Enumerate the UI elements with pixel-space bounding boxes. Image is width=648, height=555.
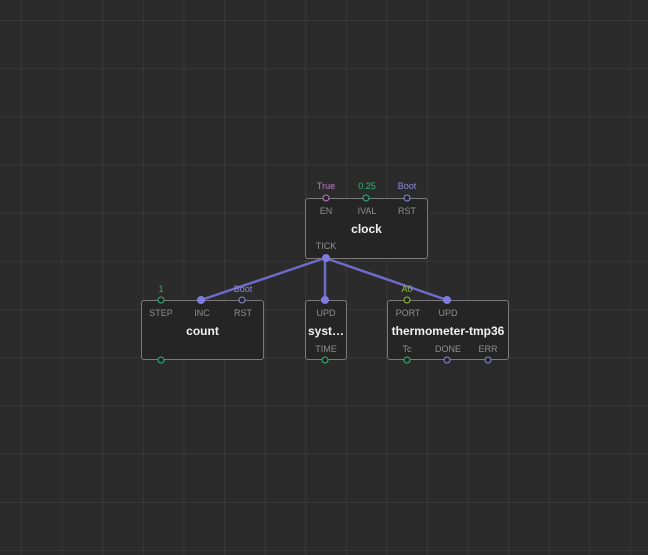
input-pin-rst[interactable] <box>403 194 411 202</box>
pin-label-upd: UPD <box>438 308 458 318</box>
pin-value-rst: Boot <box>397 181 417 191</box>
pin-value-step: 1 <box>158 284 164 294</box>
input-pin-ival[interactable] <box>362 194 370 202</box>
input-pin-inc[interactable] <box>197 296 205 304</box>
node-title: clock <box>351 222 382 236</box>
input-pin-port[interactable] <box>403 296 411 304</box>
output-pin-time[interactable] <box>321 356 329 364</box>
link-tick-to-thermometer-upd[interactable] <box>324 256 448 302</box>
input-pin-step[interactable] <box>157 296 165 304</box>
pin-label-time: TIME <box>315 344 337 354</box>
output-pin-out[interactable] <box>157 356 165 364</box>
pin-value-ival: 0.25 <box>358 181 376 191</box>
link-tick-to-count-inc[interactable] <box>200 256 326 302</box>
output-pin-tick[interactable] <box>322 254 330 262</box>
pin-label-port: PORT <box>395 308 421 318</box>
node-title: count <box>186 324 219 338</box>
link-layer <box>200 256 448 302</box>
pin-label-tick: TICK <box>315 241 337 251</box>
pin-value-rst: Boot <box>233 284 253 294</box>
output-pin-done[interactable] <box>443 356 451 364</box>
pin-label-rst: RST <box>398 206 416 216</box>
pin-label-done: DONE <box>434 344 462 354</box>
output-pin-tc[interactable] <box>403 356 411 364</box>
pin-label-step: STEP <box>149 308 173 318</box>
input-pin-upd[interactable] <box>321 296 329 304</box>
pin-label-en: EN <box>319 206 333 216</box>
pin-label-rst: RST <box>234 308 252 318</box>
input-pin-upd[interactable] <box>443 296 451 304</box>
patch-canvas[interactable]: clock True 0.25 Boot EN IVAL RST TICK co… <box>0 0 648 555</box>
pin-label-upd: UPD <box>316 308 336 318</box>
input-pin-en[interactable] <box>322 194 330 202</box>
node-title: thermometer-tmp36 <box>391 324 505 338</box>
pin-value-en: True <box>316 181 336 191</box>
pin-label-inc: INC <box>194 308 210 318</box>
node-title: syst… <box>307 324 345 338</box>
input-pin-rst[interactable] <box>238 296 246 304</box>
output-pin-err[interactable] <box>484 356 492 364</box>
pin-label-ival: IVAL <box>357 206 377 216</box>
pin-label-err: ERR <box>478 344 498 354</box>
pin-value-port: A0 <box>401 284 413 294</box>
pin-label-tc: Tc <box>402 344 412 354</box>
